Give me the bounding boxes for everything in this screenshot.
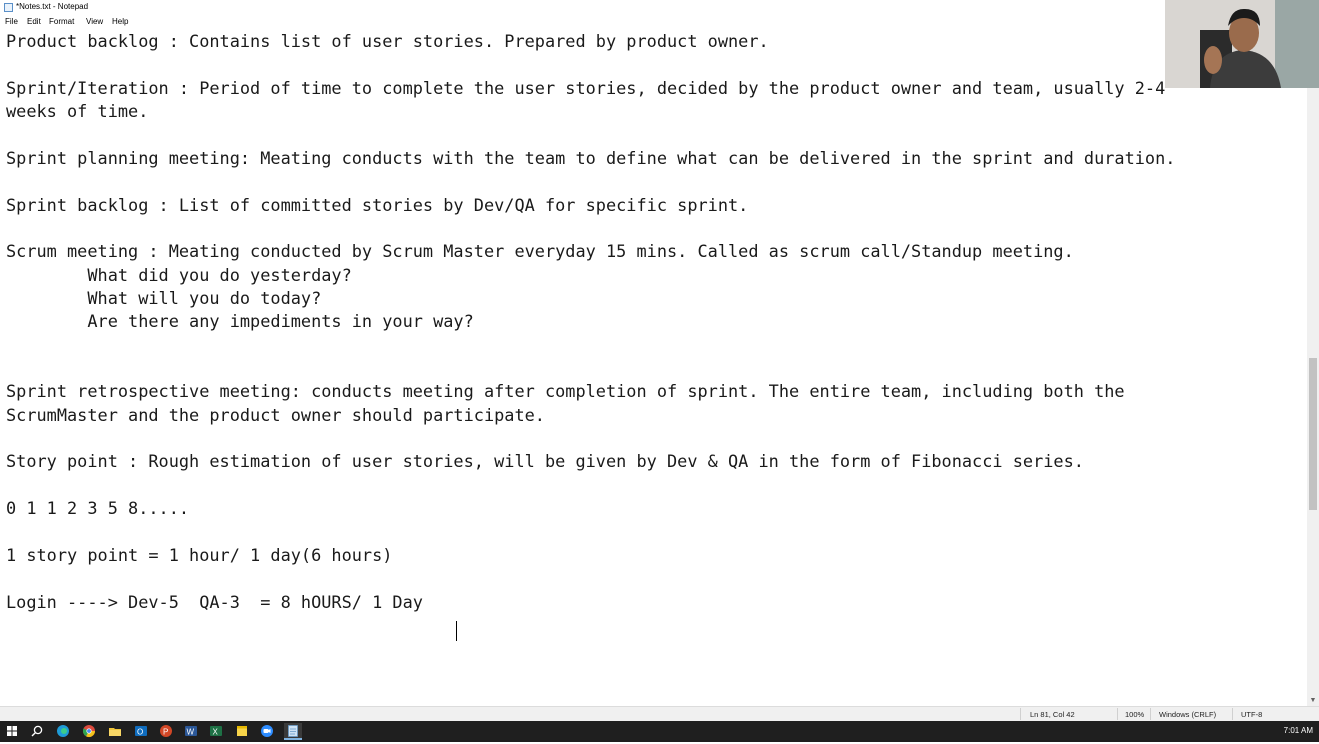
menu-format[interactable]: Format xyxy=(49,17,74,26)
status-bar: Ln 81, Col 42 100% Windows (CRLF) UTF-8 xyxy=(0,706,1319,721)
zoom-icon[interactable] xyxy=(260,724,274,738)
webcam-overlay xyxy=(1165,0,1319,88)
text-line: weeks of time. xyxy=(6,101,149,121)
text-line: Scrum meeting : Meating conducted by Scr… xyxy=(6,241,1074,261)
menu-view[interactable]: View xyxy=(86,17,103,26)
text-line: 1 story point = 1 hour/ 1 day(6 hours) xyxy=(6,545,393,565)
text-line: ScrumMaster and the product owner should… xyxy=(6,405,545,425)
edge-icon[interactable] xyxy=(56,724,70,738)
status-separator xyxy=(1020,708,1021,720)
menu-file[interactable]: File xyxy=(5,17,18,26)
svg-text:P: P xyxy=(163,728,168,737)
svg-text:X: X xyxy=(213,728,219,737)
status-line-ending: Windows (CRLF) xyxy=(1159,710,1217,719)
text-line: 0 1 1 2 3 5 8..... xyxy=(6,498,190,518)
notepad-icon xyxy=(4,3,13,12)
svg-text:W: W xyxy=(187,728,195,737)
sticky-notes-icon[interactable] xyxy=(235,724,249,738)
file-explorer-icon[interactable] xyxy=(108,724,122,738)
status-separator xyxy=(1232,708,1233,720)
text-caret xyxy=(456,621,457,641)
notepad-icon[interactable] xyxy=(284,723,302,740)
status-zoom: 100% xyxy=(1125,710,1145,719)
scrollbar-thumb[interactable] xyxy=(1309,358,1317,510)
text-line: Story point : Rough estimation of user s… xyxy=(6,451,1084,471)
text-line: Sprint/Iteration : Period of time to com… xyxy=(6,78,1166,98)
taskbar-clock[interactable]: 7:01 AM xyxy=(1284,726,1313,735)
text-line: Login ----> Dev-5 QA-3 = 8 hOURS/ 1 Day xyxy=(6,592,423,612)
search-icon[interactable] xyxy=(30,724,44,738)
vertical-scrollbar[interactable]: ▲ ▼ xyxy=(1307,29,1319,706)
excel-icon[interactable]: X xyxy=(209,724,223,738)
menu-bar: File Edit Format View Help xyxy=(0,15,1319,29)
scroll-down-icon[interactable]: ▼ xyxy=(1307,696,1319,706)
title-bar[interactable]: *Notes.txt - Notepad xyxy=(0,0,1319,15)
status-encoding: UTF-8 xyxy=(1241,710,1263,719)
text-line: What did you do yesterday? xyxy=(6,265,352,285)
status-position: Ln 81, Col 42 xyxy=(1030,710,1075,719)
window-title: *Notes.txt - Notepad xyxy=(16,2,89,11)
text-line: Product backlog : Contains list of user … xyxy=(6,31,769,51)
status-separator xyxy=(1150,708,1151,720)
text-editor[interactable]: Product backlog : Contains list of user … xyxy=(0,29,1307,706)
text-line: Sprint backlog : List of committed stori… xyxy=(6,195,749,215)
text-line: Sprint retrospective meeting: conducts m… xyxy=(6,381,1125,401)
outlook-icon[interactable]: O xyxy=(134,724,148,738)
status-separator xyxy=(1117,708,1118,720)
word-icon[interactable]: W xyxy=(184,724,198,738)
powerpoint-icon[interactable]: P xyxy=(159,724,173,738)
text-line: Sprint planning meeting: Meating conduct… xyxy=(6,148,1176,168)
svg-text:O: O xyxy=(137,728,143,737)
windows-start-icon[interactable] xyxy=(5,724,19,738)
menu-edit[interactable]: Edit xyxy=(27,17,41,26)
text-line: What will you do today? xyxy=(6,288,322,308)
taskbar: O P W X 7:01 AM xyxy=(0,721,1319,742)
menu-help[interactable]: Help xyxy=(112,17,128,26)
text-line: Are there any impediments in your way? xyxy=(6,311,474,331)
chrome-icon[interactable] xyxy=(82,724,96,738)
